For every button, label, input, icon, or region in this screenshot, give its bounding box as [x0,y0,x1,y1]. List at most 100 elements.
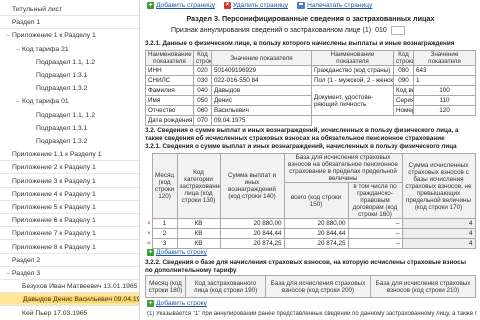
tree-item[interactable]: Приложение 4 к Разделу 1 [0,188,139,201]
base-group-header: База для исчисления страховых взносов на… [283,153,403,183]
tree-item[interactable]: – Приложение 1 к Разделу 1 [0,29,139,43]
section-title: Раздел 3. Персонифицированные сведения о… [186,14,435,23]
field-name: Номер документа [393,105,414,116]
tree-item-label: Подраздел 1.1, 1.2 [36,111,95,119]
field-name: Гражданство (код страны) [311,65,394,76]
subsection-321b-title: 3.2.1. Сведения о сумме выплат и иных во… [145,143,457,150]
month-cell[interactable]: 1 [151,218,178,229]
add-icon: + [147,249,154,256]
tree-item[interactable]: Приложение 5 к Разделу 1 [0,201,139,214]
field-value[interactable]: Давыдов [211,85,312,96]
field-name: Фамилия [145,85,194,96]
excess-header: Сумма исчисленных страховых взносов с ба… [401,153,476,219]
tree-item[interactable]: Кей Пьер 17.03.1965 [0,307,139,320]
cancel-sign-code: 010 [375,27,387,34]
additional-tariff-table: Месяц (код строки 180) Код застрахованно… [145,275,476,298]
category-cell[interactable]: КВ [176,228,221,239]
table-row: СНИЛС 030 022-016-550 84 Пол (1 - мужской, … [145,75,476,86]
contrib-cell[interactable]: 4 [401,218,476,229]
contrib-cell[interactable]: 4 [401,228,476,239]
field-value[interactable]: 643 [413,65,476,76]
field-value[interactable]: 09.04.1975 [211,115,312,126]
subsection-321-title: 3.2.1. Данные о физическом лице, в польз… [145,40,455,47]
tree-item[interactable]: Подраздел 1.1, 1.2 [0,56,139,69]
tree-item[interactable]: Подраздел 1.1, 1.2 [0,109,139,122]
base-gph-cell[interactable]: – [347,228,403,239]
field-value[interactable]: 1 [413,75,476,86]
tree-item-label: Приложение 8 к Разделу 1 [12,243,96,251]
navigation-tree: Титульный лист Раздел 1 – Приложение 1 к Ра… [0,0,140,320]
add-icon: + [147,300,154,307]
category-cell[interactable]: КВ [176,218,221,229]
tree-item[interactable]: Приложение 3 к Разделу 1 [0,175,139,188]
field-name: ИНН [145,65,194,76]
row-code: 050 [193,95,212,106]
tree-item-label: Приложение 5 к Разделу 1 [12,204,96,211]
category-header: Код категории застрахованного лица (код … [176,153,221,219]
tree-item-label: Подраздел 1.3.2 [36,85,88,93]
tree-item[interactable]: – Код тарифа 01 [0,95,139,109]
tree-item-label: Приложение 3 к Разделу 1 [12,177,96,185]
field-name: Пол (1 - мужской, 2 - женский) [311,75,394,86]
tree-item[interactable]: – Раздел 3 [0,267,139,281]
tree-item[interactable]: Приложение 8 к Разделу 1 [0,241,139,254]
tree-item-label: Безухов Иван Матвеевич 13.01.1965 [22,283,138,291]
tree-item[interactable]: Приложение 2 к Разделу 1 [0,161,139,175]
base-total-cell[interactable]: 20 880,00 [283,218,349,229]
col-header: Значение показателя [413,50,476,66]
tree-item[interactable]: Подраздел 1.3.2 [0,82,139,95]
tree-item-label: Подраздел 1.1, 1.2 [36,58,95,66]
table-row: Дата рождения 070 09.04.1975 [145,115,476,126]
table-row: × 1 КВ 20 880,00 20 880,00–4 [145,218,476,229]
tree-item[interactable]: Подраздел 1.3.1 [0,122,139,135]
tree-item-label: Код тарифа 01 [22,98,69,106]
collapse-icon[interactable]: – [4,30,12,43]
field-value[interactable]: Васильевич [211,105,312,116]
personal-data-table: Наименование показателя Код строки Значе… [145,50,476,126]
field-value[interactable]: Денис [211,95,312,106]
field-name: Серия документа [393,95,414,106]
collapse-icon[interactable]: – [4,268,12,281]
col-header: Код строки [193,50,212,66]
col-header: Код застрахованного лица (код строки 190… [185,275,266,298]
field-value[interactable]: 501409196929 [211,65,312,76]
month-cell[interactable]: 2 [151,228,178,239]
print-page-button[interactable]: Напечатать страницу [297,2,372,9]
table-row: Фамилия 040 Давыдов Документ, удостове-ряющ… [145,85,476,116]
table-row: ИНН 020 501409196929 Гражданство (код стран… [145,65,476,76]
tree-item[interactable]: Раздел 1 [0,16,139,30]
row-code: 090 [393,75,414,86]
tree-item[interactable]: Раздел 2 [0,254,139,267]
delete-page-button[interactable]: × Удалить страницу [224,2,288,9]
base-gph-cell[interactable]: – [347,218,403,229]
collapse-icon[interactable]: – [14,96,22,109]
remove-row-icon[interactable]: × [145,219,152,229]
field-name: СНИЛС [145,75,194,86]
sum-pay-cell[interactable]: 20 880,00 [219,218,285,229]
field-value[interactable]: 022-016-550 84 [211,75,312,86]
tree-item-label: Раздел 2 [12,256,41,264]
add-row-button[interactable]: + Добавить строку [147,249,207,256]
tree-item[interactable]: Приложение 7 к Разделу 1 [0,227,139,241]
row-code: 120 [413,105,476,116]
tree-item[interactable]: Давыдов Денис Васильевич 09.04.1975 [0,293,139,307]
tree-item[interactable]: Приложение 1.1 к Разделу 1 [0,148,139,162]
tree-item[interactable]: – Код тарифа 21 [0,43,139,57]
cancel-sign-input[interactable] [390,26,405,35]
sum-pay-cell[interactable]: 20 844,44 [219,228,285,239]
tree-item-label: Приложение 6 к Разделу 1 [12,217,96,225]
base-total-cell[interactable]: 20 844,44 [283,228,349,239]
section3-form: + Добавить страницу × Удалить страницу Н… [141,0,480,320]
tree-item[interactable]: Безухов Иван Матвеевич 13.01.1965 [0,280,139,294]
collapse-icon[interactable]: – [14,44,22,57]
remove-row-icon[interactable]: × [145,229,152,239]
tree-item[interactable]: Приложение 6 к Разделу 1 [0,214,139,228]
tree-item[interactable]: Подраздел 1.3.1 [0,69,139,82]
row-code: 100 [413,85,476,96]
add-page-button[interactable]: + Добавить страницу [147,2,215,9]
add-row-button[interactable]: + Добавить строку [147,300,207,307]
tree-item[interactable]: Титульный лист [0,3,139,16]
tree-item[interactable]: Подраздел 1.3.2 [0,135,139,148]
tree-item-label: Раздел 1 [12,19,41,27]
field-name: Дата рождения [145,115,194,126]
